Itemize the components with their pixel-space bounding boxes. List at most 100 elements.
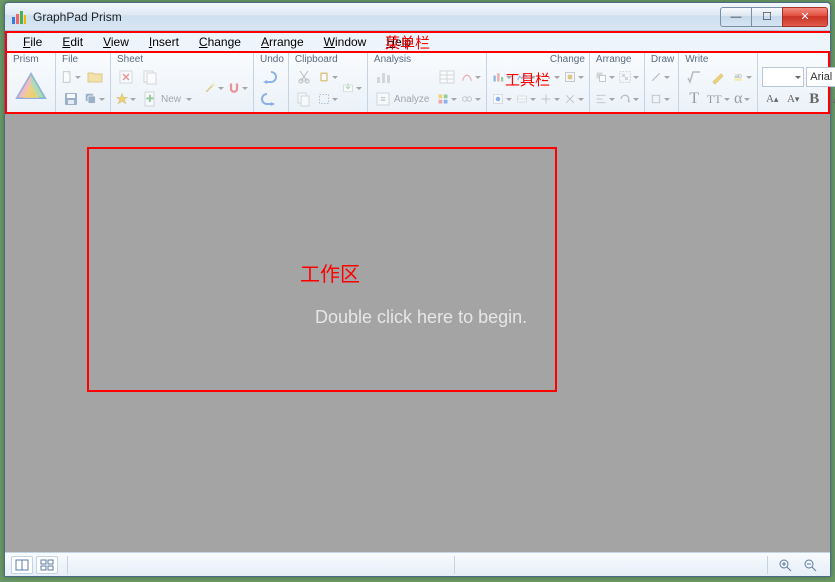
group-draw: Draw: [645, 53, 679, 112]
font-grow-icon[interactable]: A▴: [762, 89, 782, 109]
copy-icon[interactable]: [293, 89, 315, 109]
save-all-icon[interactable]: [84, 89, 106, 109]
group-title-write: Write: [683, 53, 753, 66]
change-4-icon[interactable]: [563, 67, 585, 87]
change-7-icon[interactable]: [539, 89, 561, 109]
group-title-file: File: [60, 53, 106, 66]
group-clipboard: Clipboard: [289, 53, 368, 112]
group-title-draw: Draw: [649, 53, 674, 66]
window-controls: — ☐ ✕: [721, 7, 828, 27]
window-title: GraphPad Prism: [33, 10, 721, 24]
write-sqrt-icon[interactable]: [683, 67, 705, 87]
sheet-star-icon[interactable]: [115, 89, 137, 109]
zoom-out-icon[interactable]: [799, 556, 821, 574]
write-TT-icon[interactable]: TT: [707, 89, 729, 109]
write-highlight-icon[interactable]: ab: [731, 67, 753, 87]
arrange-front-icon[interactable]: [594, 67, 616, 87]
menu-file[interactable]: File: [13, 34, 52, 50]
annotation-toolbar: 工具栏: [505, 69, 550, 90]
draw-line-icon[interactable]: [649, 67, 671, 87]
group-analysis: Analysis ≡Analyze: [368, 53, 487, 112]
bold-icon[interactable]: B: [804, 89, 824, 109]
new-file-icon[interactable]: [60, 67, 82, 87]
change-6-icon[interactable]: [515, 89, 537, 109]
analysis-grid-icon[interactable]: [436, 89, 458, 109]
save-icon[interactable]: [60, 89, 82, 109]
font-size-select[interactable]: [762, 67, 804, 87]
titlebar: GraphPad Prism — ☐ ✕: [5, 3, 830, 31]
analysis-table-icon[interactable]: [436, 67, 458, 87]
change-8-icon[interactable]: [563, 89, 585, 109]
arrange-rotate-icon[interactable]: [618, 89, 640, 109]
status-view1-icon[interactable]: [11, 556, 33, 574]
status-sep3: [767, 556, 768, 574]
group-title-arrange: Arrange: [594, 53, 640, 66]
workspace[interactable]: 工作区 Double click here to begin.: [5, 114, 830, 552]
status-sep2: [454, 556, 455, 574]
analysis-bars-icon[interactable]: [372, 67, 394, 87]
toolbar: Prism File: [7, 53, 828, 112]
group-sheet: Sheet ✚New: [111, 53, 254, 112]
write-T-icon[interactable]: T: [683, 89, 705, 109]
open-folder-icon[interactable]: [84, 67, 106, 87]
sheet-dup-icon[interactable]: [139, 67, 161, 87]
menu-edit[interactable]: Edit: [52, 34, 93, 50]
sheet-x-icon[interactable]: [115, 67, 137, 87]
svg-text:≡: ≡: [380, 94, 385, 104]
redo-icon[interactable]: [258, 89, 280, 109]
italic-icon[interactable]: I: [825, 89, 835, 109]
statusbar: [5, 552, 830, 576]
clip-select-icon[interactable]: [317, 89, 339, 109]
status-sep: [67, 556, 68, 574]
write-pencil-icon[interactable]: [707, 67, 729, 87]
maximize-button[interactable]: ☐: [751, 7, 783, 27]
menubar: File Edit View Insert Change Arrange Win…: [5, 31, 830, 53]
menu-change[interactable]: Change: [189, 34, 251, 50]
group-text: Text Arial A▴ A▾ B I U x2: [758, 53, 835, 112]
draw-shape-icon[interactable]: [649, 89, 671, 109]
minimize-button[interactable]: —: [720, 7, 752, 27]
menu-view[interactable]: View: [93, 34, 139, 50]
paste-icon[interactable]: [317, 67, 339, 87]
menu-insert[interactable]: Insert: [139, 34, 189, 50]
clip-export-icon[interactable]: [341, 78, 363, 98]
change-5-icon[interactable]: [491, 89, 513, 109]
menu-window[interactable]: Window: [314, 34, 377, 50]
new-sheet-button[interactable]: ✚ New: [139, 89, 201, 109]
write-alpha-icon[interactable]: α: [731, 89, 753, 109]
annotation-menubar: 菜单栏: [385, 32, 430, 53]
close-button[interactable]: ✕: [782, 7, 828, 27]
font-shrink-icon[interactable]: A▾: [783, 89, 803, 109]
app-icon: [11, 9, 27, 25]
analyze-button[interactable]: ≡Analyze: [372, 89, 434, 109]
begin-text[interactable]: Double click here to begin.: [315, 307, 527, 328]
group-title-analysis: Analysis: [372, 53, 482, 66]
group-title-undo: Undo: [258, 53, 284, 66]
prism-button[interactable]: [11, 68, 51, 108]
group-title-text: Text: [762, 53, 835, 66]
new-label: New: [161, 94, 181, 105]
svg-text:✚: ✚: [146, 94, 154, 105]
font-name-select[interactable]: Arial: [806, 67, 835, 87]
group-prism: Prism: [7, 53, 56, 112]
undo-icon[interactable]: [258, 67, 280, 87]
arrange-align-icon[interactable]: [594, 89, 616, 109]
group-title-prism: Prism: [11, 53, 51, 66]
toolbar-annotation-box: Prism File: [5, 53, 830, 114]
group-title-change: Change: [491, 53, 585, 66]
wand-icon[interactable]: [203, 78, 225, 98]
zoom-in-icon[interactable]: [774, 556, 796, 574]
cut-icon[interactable]: [293, 67, 315, 87]
group-undo: Undo: [254, 53, 289, 112]
group-write: Write T TT ab α: [679, 53, 758, 112]
analysis-curve-icon[interactable]: [460, 67, 482, 87]
analysis-link-icon[interactable]: [460, 89, 482, 109]
group-title-clipboard: Clipboard: [293, 53, 363, 66]
app-window: GraphPad Prism — ☐ ✕ File Edit View Inse…: [4, 2, 831, 577]
status-view2-icon[interactable]: [36, 556, 58, 574]
svg-text:ab: ab: [734, 73, 742, 80]
arrange-group-icon[interactable]: [618, 67, 640, 87]
group-file: File: [56, 53, 111, 112]
menu-arrange[interactable]: Arrange: [251, 34, 314, 50]
magnet-icon[interactable]: [227, 78, 249, 98]
